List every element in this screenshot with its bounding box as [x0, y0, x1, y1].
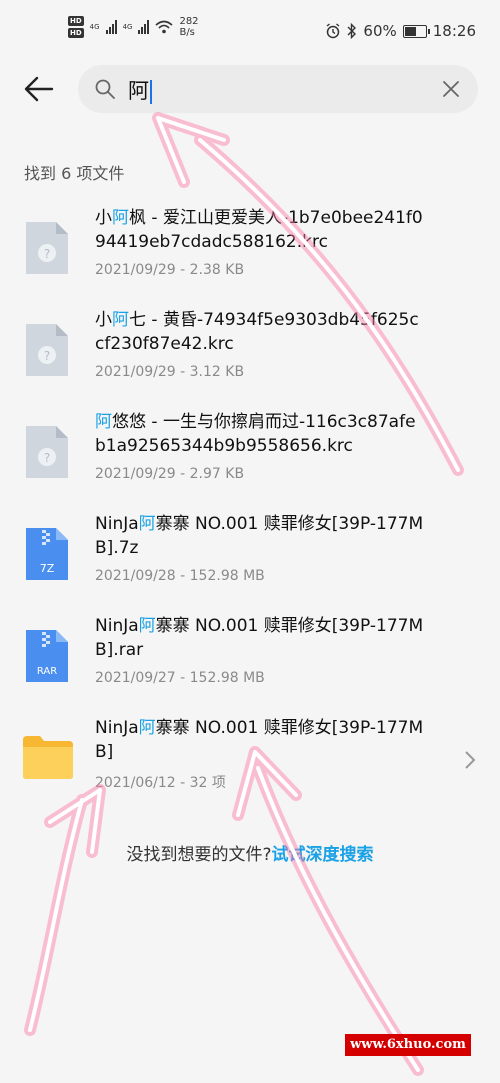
file-meta: 2021/09/29 - 3.12 KB: [95, 364, 245, 380]
folder-icon: [23, 736, 73, 779]
deep-search-text: 没找到想要的文件?: [126, 845, 272, 865]
match-highlight: 阿: [112, 208, 129, 228]
match-highlight: 阿: [112, 310, 129, 330]
file-name-rest: 七 - 黄昏-74934f5e9303db45f625ccf230f87e42.…: [95, 310, 419, 354]
file-name-rest: 枫 - 爱江山更爱美人-1b7e0bee241f094419eb7cdadc58…: [95, 208, 423, 252]
match-highlight: 阿: [138, 514, 156, 534]
clock: 18:26: [432, 22, 476, 40]
svg-text:?: ?: [44, 349, 50, 363]
network-type: 4G: [89, 23, 100, 31]
deep-search-prompt: 没找到想要的文件?试试深度搜索: [0, 840, 500, 865]
list-item[interactable]: ? 小阿枫 - 爱江山更爱美人-1b7e0bee241f094419eb7cda…: [0, 202, 500, 304]
back-arrow-icon[interactable]: [22, 72, 56, 106]
search-input[interactable]: 阿: [78, 65, 478, 113]
wifi-icon: [155, 20, 173, 34]
file-name-prefix: 小: [95, 310, 112, 330]
file-name-rest: 悠悠 - 一生与你擦肩而过-116c3c87afeb1a92565344b9b9…: [95, 412, 416, 456]
unknown-file-icon: ?: [26, 222, 68, 274]
list-item[interactable]: ? 阿悠悠 - 一生与你擦肩而过-116c3c87afeb1a92565344b…: [0, 406, 500, 508]
clear-icon[interactable]: [440, 78, 462, 100]
file-name-prefix: NinJa: [95, 718, 139, 738]
file-name: 小阿七 - 黄昏-74934f5e9303db45f625ccf230f87e4…: [95, 308, 425, 356]
net-speed: 282 B/s: [179, 16, 198, 38]
svg-text:?: ?: [44, 247, 50, 261]
rar-archive-icon: RAR: [26, 630, 68, 682]
network-indicators: HD HD 4G 4G 282 B/s: [68, 16, 199, 38]
net-speed-value: 282: [179, 16, 199, 27]
file-name-prefix: NinJa: [95, 514, 139, 534]
signal-icon: [138, 20, 150, 34]
text-caret: [150, 80, 152, 104]
svg-text:?: ?: [44, 451, 50, 465]
file-meta: 2021/09/29 - 2.38 KB: [95, 262, 245, 278]
chevron-right-icon: [465, 751, 476, 769]
list-item[interactable]: RAR NinJa阿寨寨 NO.001 赎罪修女[39P-177MB].rar …: [0, 610, 500, 712]
file-name: NinJa阿寨寨 NO.001 赎罪修女[39P-177MB].rar: [95, 614, 425, 662]
list-item[interactable]: ? 小阿七 - 黄昏-74934f5e9303db45f625ccf230f87…: [0, 304, 500, 406]
battery-icon: [402, 24, 430, 38]
archive-badge: 7Z: [40, 562, 55, 575]
file-meta: 2021/09/27 - 152.98 MB: [95, 670, 265, 686]
battery-fill: [404, 26, 416, 36]
deep-search-link[interactable]: 试试深度搜索: [272, 845, 374, 865]
watermark: www.6xhuo.com: [345, 1034, 471, 1056]
file-meta: 2021/09/28 - 152.98 MB: [95, 568, 265, 584]
status-bar: HD HD 4G 4G 282 B/s 60% 18:26: [0, 0, 500, 62]
file-name: 阿悠悠 - 一生与你擦肩而过-116c3c87afeb1a92565344b9b…: [95, 410, 425, 458]
battery-percent: 60%: [363, 22, 397, 40]
network-type: 4G: [122, 23, 133, 31]
bluetooth-icon: [347, 23, 357, 39]
folder-meta: 2021/06/12 - 32 项: [95, 775, 226, 791]
archive-badge: RAR: [37, 666, 57, 677]
alarm-icon: [326, 23, 340, 39]
match-highlight: 阿: [138, 616, 156, 636]
system-indicators: 60% 18:26: [325, 22, 476, 40]
result-count: 找到 6 项文件: [24, 164, 125, 183]
file-name-prefix: 小: [95, 208, 112, 228]
list-item[interactable]: NinJa阿寨寨 NO.001 赎罪修女[39P-177MB] 2021/06/…: [0, 712, 500, 814]
unknown-file-icon: ?: [26, 426, 68, 478]
list-item[interactable]: 7Z NinJa阿寨寨 NO.001 赎罪修女[39P-177MB].7z 20…: [0, 508, 500, 610]
search-icon: [95, 79, 115, 99]
search-query: 阿: [128, 75, 152, 105]
7z-archive-icon: 7Z: [26, 528, 68, 580]
hd-badge: HD: [68, 28, 84, 38]
file-name: 小阿枫 - 爱江山更爱美人-1b7e0bee241f094419eb7cdadc…: [95, 206, 425, 254]
folder-name: NinJa阿寨寨 NO.001 赎罪修女[39P-177MB]: [95, 716, 425, 764]
file-name-prefix: NinJa: [95, 616, 139, 636]
hd-indicators: HD HD: [68, 16, 84, 38]
hd-badge: HD: [68, 16, 84, 26]
file-meta: 2021/09/29 - 2.97 KB: [95, 466, 245, 482]
file-name: NinJa阿寨寨 NO.001 赎罪修女[39P-177MB].7z: [95, 512, 425, 560]
signal-icon: [105, 20, 117, 34]
match-highlight: 阿: [95, 412, 112, 432]
search-query-text: 阿: [128, 79, 149, 103]
unknown-file-icon: ?: [26, 324, 68, 376]
net-speed-unit: B/s: [179, 27, 195, 38]
match-highlight: 阿: [138, 718, 156, 738]
